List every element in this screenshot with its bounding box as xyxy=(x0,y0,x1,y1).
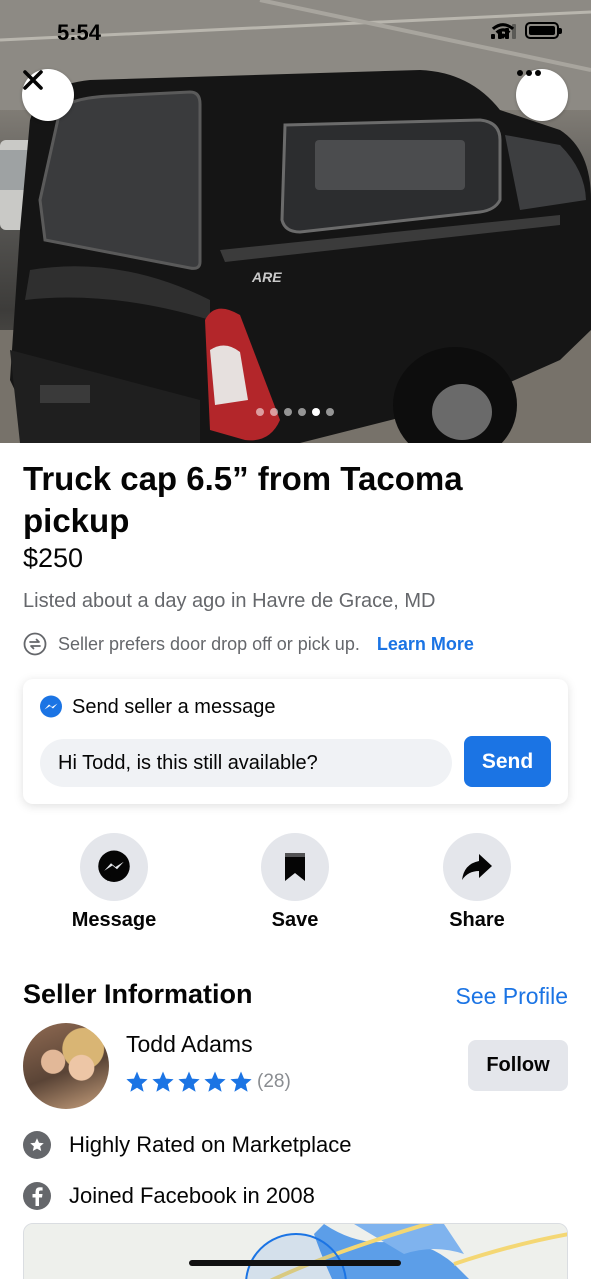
listing-location-time: Listed about a day ago in Havre de Grace… xyxy=(23,590,436,612)
share-action-circle xyxy=(443,833,511,901)
page-dot xyxy=(326,408,334,416)
listing-title: Truck cap 6.5” from Tacoma pickup xyxy=(23,460,463,539)
send-button[interactable]: Send xyxy=(464,736,551,787)
seller-avatar[interactable] xyxy=(23,1023,109,1109)
battery-icon xyxy=(525,22,562,39)
page-dot xyxy=(298,408,306,416)
share-arrow-icon xyxy=(462,854,492,880)
star-icon xyxy=(178,1071,200,1092)
home-indicator xyxy=(189,1260,401,1266)
more-dots-icon xyxy=(517,70,541,76)
listing-photo[interactable]: ARE 5:54 xyxy=(0,0,591,443)
listing-price: $250 xyxy=(23,543,84,573)
message-input[interactable]: Hi Todd, is this still available? xyxy=(40,739,452,787)
seller-fact-text: Joined Facebook in 2008 xyxy=(69,1183,315,1208)
seller-fact-text: Highly Rated on Marketplace xyxy=(69,1132,352,1157)
save-action-button[interactable]: Save xyxy=(235,833,355,932)
seller-fact-joined: Joined Facebook in 2008 xyxy=(23,1182,315,1210)
page-dot xyxy=(284,408,292,416)
facebook-icon xyxy=(23,1182,51,1210)
photo-page-indicator xyxy=(256,408,334,416)
rating-count: (28) xyxy=(257,1071,291,1092)
truck-photo-illustration: ARE xyxy=(0,0,591,443)
close-button[interactable] xyxy=(22,69,74,121)
seller-name[interactable]: Todd Adams xyxy=(126,1031,253,1058)
learn-more-link[interactable]: Learn More xyxy=(377,634,474,655)
map-illustration xyxy=(24,1224,567,1279)
messenger-icon xyxy=(40,695,62,718)
exchange-icon xyxy=(23,632,47,656)
status-bar: 5:54 xyxy=(0,0,591,60)
page-dot xyxy=(270,408,278,416)
delivery-preference-text: Seller prefers door drop off or pick up. xyxy=(58,633,360,654)
message-action-label: Message xyxy=(71,909,157,931)
status-time: 5:54 xyxy=(57,20,102,45)
see-profile-link[interactable]: See Profile xyxy=(455,983,568,1010)
seller-rating[interactable]: (28) xyxy=(125,1070,291,1094)
star-icon xyxy=(230,1071,252,1092)
star-icon xyxy=(204,1071,226,1092)
message-input-value: Hi Todd, is this still available? xyxy=(58,751,318,774)
status-icons xyxy=(491,22,562,39)
message-card-heading: Send seller a message xyxy=(72,695,276,718)
more-options-button[interactable] xyxy=(516,69,568,121)
follow-button[interactable]: Follow xyxy=(468,1040,568,1091)
message-action-circle xyxy=(80,833,148,901)
delivery-preference: Seller prefers door drop off or pick up.… xyxy=(23,632,474,656)
seller-fact-highly-rated: Highly Rated on Marketplace xyxy=(23,1131,351,1159)
send-seller-message-card: Send seller a message Hi Todd, is this s… xyxy=(23,679,568,804)
message-action-button[interactable]: Message xyxy=(54,833,174,932)
save-action-circle xyxy=(261,833,329,901)
message-card-header: Send seller a message xyxy=(39,695,275,719)
star-icon xyxy=(126,1071,148,1092)
messenger-icon xyxy=(98,850,130,882)
star-badge-icon xyxy=(23,1131,51,1159)
share-action-button[interactable]: Share xyxy=(417,833,537,932)
save-action-label: Save xyxy=(271,909,319,931)
close-icon xyxy=(23,70,43,90)
page-dot xyxy=(256,408,264,416)
wifi-icon xyxy=(491,23,515,39)
page-dot-active xyxy=(312,408,320,416)
seller-info-heading: Seller Information xyxy=(23,979,253,1009)
cap-brand-decal: ARE xyxy=(251,269,282,285)
share-action-label: Share xyxy=(449,909,505,931)
bookmark-icon xyxy=(285,853,305,881)
star-icon xyxy=(152,1071,174,1092)
location-map[interactable] xyxy=(23,1223,568,1279)
